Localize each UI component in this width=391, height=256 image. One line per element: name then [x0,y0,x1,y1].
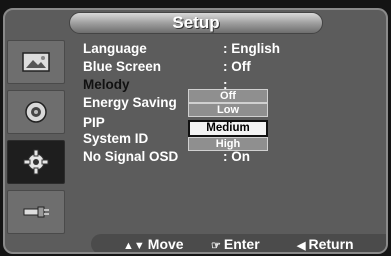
hint-enter-label: Enter [223,236,260,252]
setting-label: Blue Screen [83,59,162,74]
setting-value: : English [223,41,280,56]
dropdown-option-off[interactable]: Off [188,89,268,103]
sidebar-item-picture[interactable] [7,40,65,84]
title-bar: Setup [69,12,323,34]
setting-label: Melody [83,77,130,92]
sidebar-item-setup[interactable] [7,140,65,184]
setting-label: No Signal OSD [83,149,179,164]
setting-label: Language [83,41,147,56]
setting-label: System ID [83,131,149,146]
osd-menu: Setup Language: English Blue Screen: O… [3,8,388,254]
hint-return: ◀ Return [297,234,354,252]
hint-enter: ☞ Enter [211,234,260,252]
setting-label: Energy Saving [83,95,177,110]
menu-title: Setup [172,13,220,32]
enter-hand-icon: ☞ [211,240,221,252]
hint-move-label: Move [147,236,184,252]
hint-move: ▲▼ Move [123,234,184,252]
sidebar-item-input[interactable] [7,190,65,234]
dropdown-option-medium[interactable]: Medium [188,120,268,137]
picture-icon [22,52,50,72]
sidebar [7,40,71,240]
input-icon [23,206,49,218]
return-arrow-icon: ◀ [297,240,306,252]
tv-frame: Setup Language: English Blue Screen: O… [0,0,391,256]
footer-hints: ▲▼ Move ☞ Enter ◀ Return [91,234,386,252]
hint-return-label: Return [308,236,354,252]
sidebar-item-sound[interactable] [7,90,65,134]
gear-icon [23,149,49,175]
sound-icon [25,101,47,123]
dropdown-option-low[interactable]: Low [188,103,268,117]
setting-value: : Off [223,59,251,74]
dropdown-option-high[interactable]: High [188,137,268,151]
up-down-arrows-icon: ▲▼ [123,240,145,252]
